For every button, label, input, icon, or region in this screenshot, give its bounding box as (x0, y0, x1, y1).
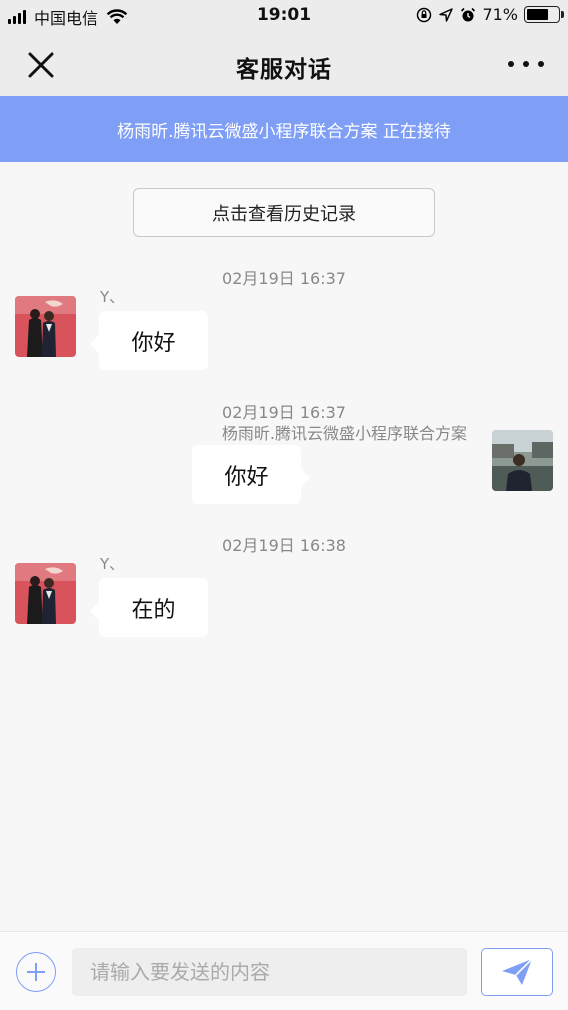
message-text: 在的 (131, 597, 176, 623)
sender-name: 杨雨昕.腾讯云微盛小程序联合方案 (221, 424, 467, 443)
alarm-icon (461, 7, 476, 21)
message-bubble[interactable]: 在的 (90, 578, 208, 637)
message-bubble[interactable]: 你好 (90, 311, 208, 370)
plus-icon[interactable] (16, 952, 56, 992)
view-history-button[interactable]: 点击查看历史记录 (133, 188, 435, 237)
banner-text: 杨雨昕.腾讯云微盛小程序联合方案 正在接待 (117, 121, 451, 142)
customer-avatar-image (15, 296, 76, 357)
battery-percent: 71% (482, 5, 518, 24)
message-timestamp: 02月19日 16:37 (222, 269, 346, 288)
sender-name: Y、 (100, 288, 125, 306)
battery-icon (524, 6, 564, 23)
message-text: 你好 (224, 464, 269, 490)
message-text: 你好 (131, 330, 176, 356)
sender-name: Y、 (100, 555, 125, 573)
more-dot (538, 61, 544, 67)
plus-glyph (27, 963, 45, 981)
more-dot (508, 61, 514, 67)
message-bubble[interactable]: 你好 (192, 445, 310, 504)
agent-avatar-image (492, 430, 553, 491)
message-input[interactable] (72, 948, 467, 996)
view-history-label: 点击查看历史记录 (212, 203, 356, 225)
status-right: 71% (416, 5, 564, 24)
orientation-lock-icon (417, 7, 432, 22)
input-bar (0, 931, 568, 1010)
page-title: 客服对话 (236, 57, 332, 83)
battery-fill (527, 9, 548, 20)
agent-status-banner: 杨雨昕.腾讯云微盛小程序联合方案 正在接待 (0, 96, 568, 162)
status-bar: 中国电信 19:01 71% (0, 0, 568, 32)
nav-bar: 客服对话 (0, 32, 568, 96)
customer-avatar-image (15, 563, 76, 624)
message-timestamp: 02月19日 16:38 (222, 536, 346, 555)
send-icon (502, 958, 533, 985)
avatar[interactable] (492, 430, 553, 491)
more-dot (523, 61, 529, 67)
more-icon[interactable] (508, 54, 544, 74)
avatar[interactable] (15, 563, 76, 624)
location-icon (439, 7, 454, 22)
avatar[interactable] (15, 296, 76, 357)
send-button[interactable] (481, 948, 553, 996)
